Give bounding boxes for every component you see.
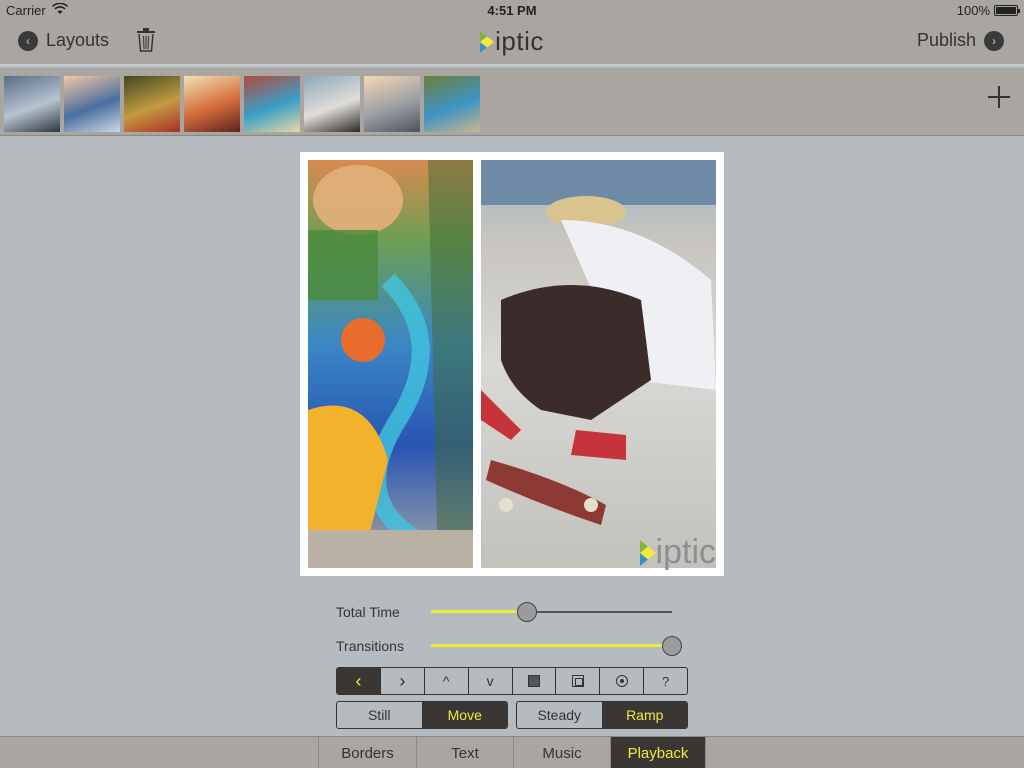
tab-borders[interactable]: Borders [318, 737, 416, 768]
thumbnail-mural[interactable] [244, 76, 300, 132]
speed-segmented-control: Steady Ramp [516, 701, 688, 729]
app-logo: iptic [0, 26, 1024, 57]
direction-down-button[interactable]: v [469, 668, 513, 694]
direction-target-button[interactable] [600, 668, 645, 694]
tab-music[interactable]: Music [513, 737, 610, 768]
direction-segmented-control: ‹ › ^ v? [336, 667, 688, 695]
tab-text[interactable]: Text [416, 737, 513, 768]
chevron-right-icon: › [399, 670, 406, 691]
still-button[interactable]: Still [337, 702, 423, 728]
thumbnail-skater-thumb[interactable] [304, 76, 360, 132]
thumbnail-sunglasses[interactable] [64, 76, 120, 132]
publish-label: Publish [916, 30, 976, 50]
chevron-right-icon: › [984, 30, 1004, 51]
status-bar: Carrier 4:51 PM 100% [0, 0, 1024, 20]
photo-strip [0, 68, 1024, 136]
direction-left-button[interactable]: ‹ [337, 668, 381, 694]
thumbnail-drink-jar[interactable] [184, 76, 240, 132]
chevron-up-icon: ^ [442, 673, 450, 689]
publish-button[interactable]: Publish › [917, 30, 1004, 51]
tab-playback[interactable]: Playback [610, 737, 706, 768]
bottom-tab-bar: Borders Text Music Playback [0, 736, 1024, 768]
help-icon: ? [661, 673, 670, 689]
navigation-bar: ‹ Layouts iptic Publish › [0, 20, 1024, 66]
move-button[interactable]: Move [422, 702, 507, 728]
steady-button[interactable]: Steady [517, 702, 603, 728]
collage-panel-graffiti[interactable] [308, 160, 473, 568]
thumbnail-fruit-basket[interactable] [124, 76, 180, 132]
total-time-track[interactable] [431, 610, 672, 613]
collage-panel-skater[interactable] [481, 160, 716, 568]
transitions-knob[interactable] [662, 636, 682, 656]
app-name: iptic [495, 26, 544, 56]
direction-square-button[interactable] [513, 668, 557, 694]
battery-icon [994, 5, 1020, 16]
thumbnail-plaza[interactable] [424, 76, 480, 132]
transitions-label: Transitions [336, 638, 404, 654]
ramp-button[interactable]: Ramp [602, 702, 687, 728]
diptic-logo-mark [480, 31, 495, 53]
clock: 4:51 PM [487, 3, 537, 18]
diptic-watermark: iptic [639, 533, 716, 572]
collage-canvas[interactable]: iptic [300, 152, 724, 576]
direction-frame-button[interactable] [556, 668, 601, 694]
thumbnail-ice-cream[interactable] [364, 76, 420, 132]
direction-up-button[interactable]: ^ [425, 668, 469, 694]
transitions-track[interactable] [431, 644, 672, 647]
motion-segmented-control: Still Move [336, 701, 508, 729]
total-time-label: Total Time [336, 604, 400, 620]
total-time-slider[interactable]: Total Time [336, 600, 688, 624]
thumbnail-bridge[interactable] [4, 76, 60, 132]
transitions-slider[interactable]: Transitions [336, 634, 688, 658]
direction-help-button[interactable]: ? [644, 668, 687, 694]
square-icon [527, 675, 540, 687]
battery-percent: 100% [956, 3, 990, 18]
diptic-logo-mark [639, 540, 656, 566]
plus-icon[interactable] [988, 86, 1010, 108]
watermark-text: iptic [655, 533, 716, 571]
direction-right-button[interactable]: › [381, 668, 425, 694]
total-time-knob[interactable] [517, 602, 538, 622]
chevron-down-icon: v [486, 673, 494, 689]
frame-icon [571, 675, 584, 687]
chevron-left-icon: ‹ [355, 670, 362, 691]
target-icon [615, 675, 628, 687]
